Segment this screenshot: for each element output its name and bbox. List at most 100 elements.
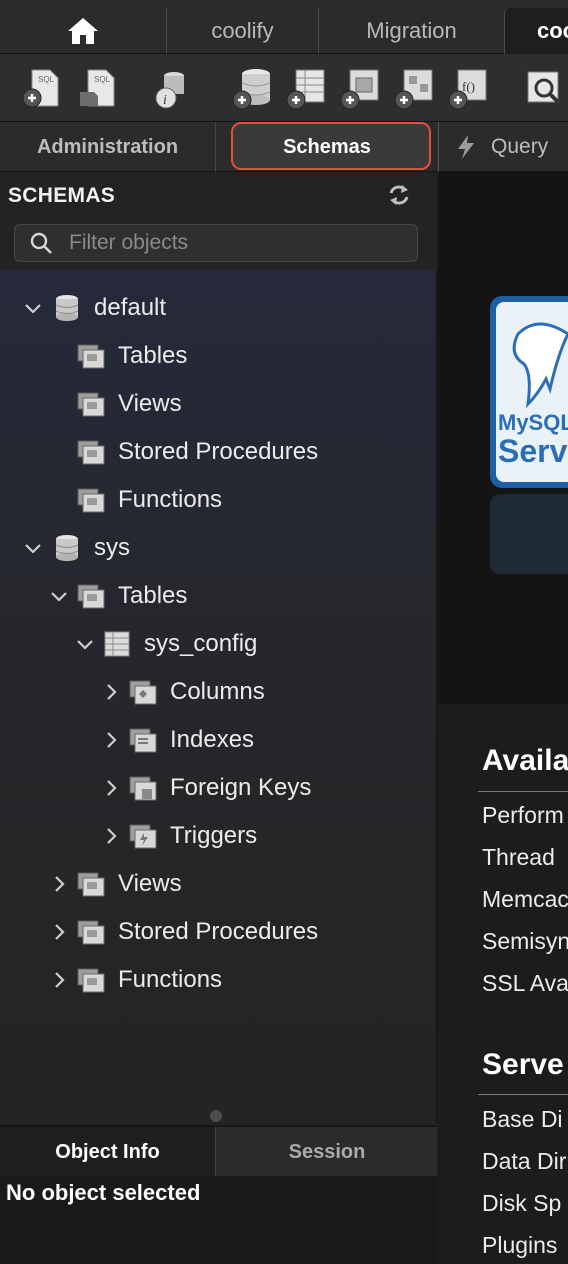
open-sql-script-icon: SQL <box>80 69 115 107</box>
tree-item-functions[interactable]: Functions <box>76 480 222 520</box>
tree-item-label: Functions <box>118 486 223 513</box>
folder-icon <box>76 965 106 995</box>
tree-item-views[interactable]: Views <box>48 864 182 904</box>
home-tab[interactable] <box>0 8 166 54</box>
filter-objects-field[interactable] <box>14 224 418 262</box>
server-info-line: Disk Sp <box>482 1190 562 1216</box>
schema-inspector-button[interactable]: i <box>150 66 192 110</box>
feature-line: SSL Ava <box>482 970 568 996</box>
main-toolbar: SQL SQL i f() <box>0 54 568 122</box>
tree-item-label: Tables <box>118 342 188 369</box>
available-features-title: Availa <box>482 744 568 777</box>
filter-objects-input[interactable] <box>69 231 389 255</box>
server-info-line: Plugins <box>482 1232 558 1258</box>
tab-object-info[interactable]: Object Info <box>0 1127 216 1177</box>
tab-schemas[interactable]: Schemas <box>217 122 437 172</box>
tree-item-label: Triggers <box>170 822 258 849</box>
tree-item-tables[interactable]: Tables <box>48 576 187 616</box>
mysql-logo-reflection <box>490 494 568 574</box>
tree-item-label: Foreign Keys <box>170 774 312 801</box>
chevron-down-icon[interactable] <box>22 537 44 559</box>
server-directories-title: Serve <box>482 1048 564 1081</box>
tree-item-triggers[interactable]: Triggers <box>100 816 257 856</box>
tree-item-label: sys <box>94 534 130 561</box>
chevron-right-icon[interactable] <box>100 777 122 799</box>
chevron-right-icon[interactable] <box>48 873 70 895</box>
server-banner: MySQL Serv <box>438 172 568 704</box>
tree-item-tables[interactable]: Tables <box>76 336 187 376</box>
tree-item-default[interactable]: default <box>22 288 166 328</box>
tree-item-label: Tables <box>118 582 188 609</box>
new-sql-tab-icon: SQL <box>22 69 59 108</box>
folder-icon <box>76 581 106 611</box>
schema-navigator-header: SCHEMAS <box>0 172 437 270</box>
tree-item-label: Columns <box>170 678 265 705</box>
section-divider <box>478 1094 568 1095</box>
tab-coolify[interactable]: coolify <box>166 8 318 54</box>
search-table-data-button[interactable] <box>522 66 564 110</box>
panel-splitter-handle[interactable] <box>210 1110 222 1122</box>
database-icon <box>52 293 82 323</box>
svg-text:Serv: Serv <box>498 433 568 469</box>
create-schema-icon <box>232 69 271 110</box>
create-table-button[interactable] <box>286 66 328 110</box>
create-table-icon <box>286 69 325 110</box>
chevron-down-icon[interactable] <box>22 297 44 319</box>
chevron-right-icon[interactable] <box>48 921 70 943</box>
create-function-button[interactable]: f() <box>448 66 490 110</box>
chevron-down-icon[interactable] <box>48 585 70 607</box>
tree-item-sys[interactable]: sys <box>22 528 130 568</box>
house-icon <box>68 18 98 44</box>
create-view-icon <box>340 69 379 110</box>
foreign-keys-icon <box>128 773 158 803</box>
folder-icon <box>76 341 106 371</box>
tab-migration[interactable]: Migration <box>318 8 504 54</box>
feature-line: Thread <box>482 844 555 870</box>
tree-item-foreign-keys[interactable]: Foreign Keys <box>100 768 311 808</box>
create-schema-button[interactable] <box>232 66 274 110</box>
tree-item-label: Indexes <box>170 726 255 753</box>
object-info-panel: No object selected <box>0 1176 437 1264</box>
tree-item-label: Views <box>118 870 182 897</box>
sidebar-tab-strip: Administration Schemas Query <box>0 122 568 172</box>
table-icon <box>102 629 132 659</box>
refresh-button[interactable] <box>386 182 412 208</box>
database-icon <box>52 533 82 563</box>
search-icon <box>30 232 52 254</box>
refresh-icon <box>389 185 409 205</box>
tree-item-label: Stored Procedures <box>118 438 319 465</box>
tab-query[interactable]: Query <box>438 122 568 172</box>
folder-icon <box>76 485 106 515</box>
tree-item-stored-procedures[interactable]: Stored Procedures <box>48 912 318 952</box>
tree-item-columns[interactable]: Columns <box>100 672 265 712</box>
open-sql-script-button[interactable]: SQL <box>76 66 118 110</box>
tab-active-connection[interactable]: coo <box>504 8 568 54</box>
mysql-server-logo: MySQL Serv <box>490 296 568 488</box>
chevron-right-icon[interactable] <box>100 681 122 703</box>
chevron-down-icon[interactable] <box>74 633 96 655</box>
folder-icon <box>76 437 106 467</box>
feature-line: Perform <box>482 802 564 828</box>
svg-text:f(): f() <box>462 79 475 94</box>
chevron-right-icon[interactable] <box>100 729 122 751</box>
chevron-right-icon[interactable] <box>100 825 122 847</box>
tree-item-stored-procedures[interactable]: Stored Procedures <box>76 432 318 472</box>
tree-item-indexes[interactable]: Indexes <box>100 720 254 760</box>
tree-item-functions[interactable]: Functions <box>48 960 222 1000</box>
feature-line: Semisyn <box>482 928 568 954</box>
tree-item-sys-config[interactable]: sys_config <box>74 624 257 664</box>
columns-icon <box>128 677 158 707</box>
svg-text:i: i <box>163 93 167 108</box>
tree-item-views[interactable]: Views <box>76 384 182 424</box>
chevron-right-icon[interactable] <box>48 969 70 991</box>
create-view-button[interactable] <box>340 66 382 110</box>
tree-item-label: Functions <box>118 966 223 993</box>
schemas-title: SCHEMAS <box>8 184 116 207</box>
create-function-icon: f() <box>448 69 487 110</box>
create-procedure-button[interactable] <box>394 66 436 110</box>
new-sql-tab-button[interactable]: SQL <box>20 66 62 110</box>
schema-navigator: SCHEMAS default Tables Views Stored Procedu… <box>0 172 437 1124</box>
tab-administration[interactable]: Administration <box>0 122 216 172</box>
feature-line: Memcac <box>482 886 568 912</box>
tab-session[interactable]: Session <box>217 1127 437 1177</box>
